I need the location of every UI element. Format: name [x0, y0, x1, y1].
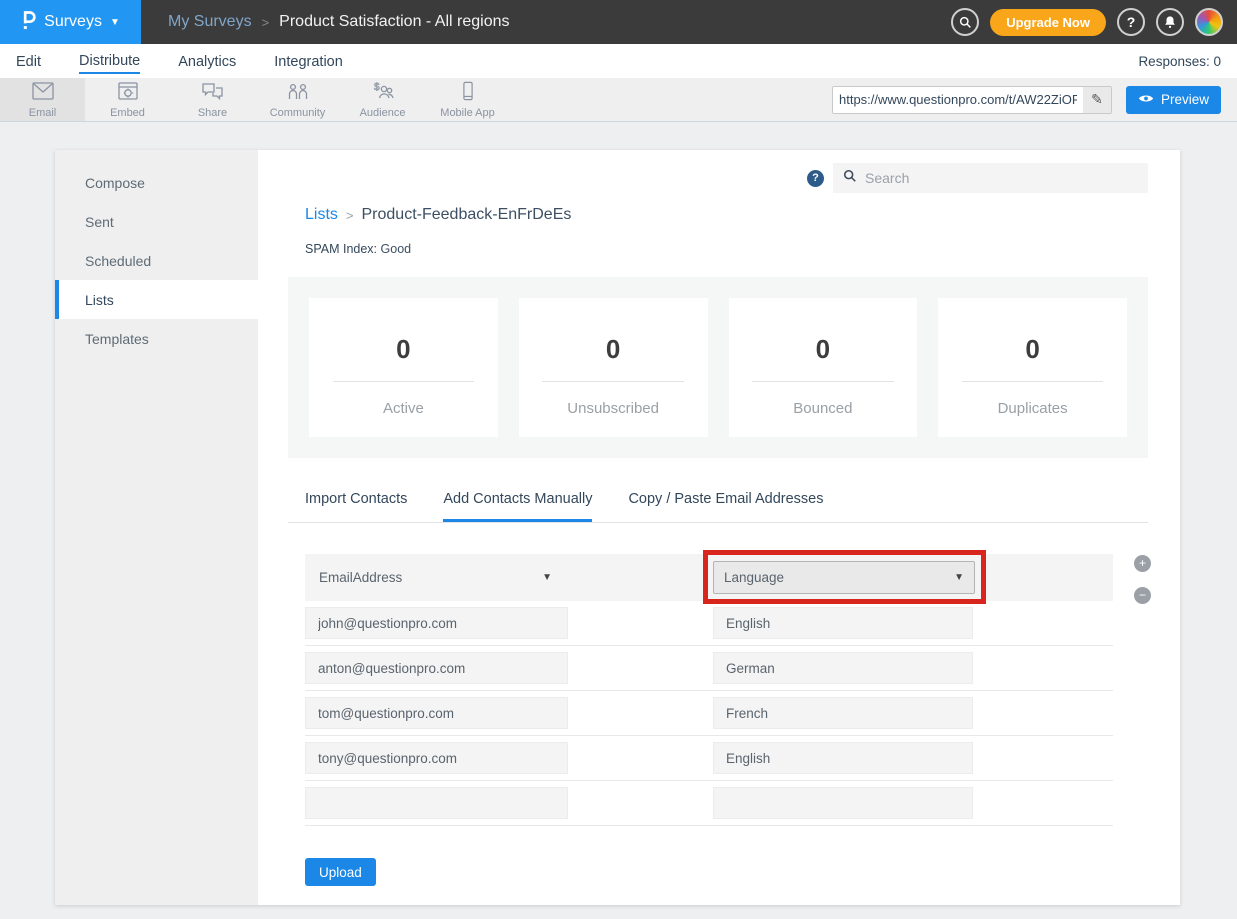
breadcrumb: My Surveys > Product Satisfaction - All … [168, 13, 510, 31]
contact-row [305, 781, 1113, 826]
chevron-down-icon: ▼ [110, 17, 120, 28]
stat-card-bounced[interactable]: 0 Bounced [729, 298, 918, 437]
community-icon [286, 81, 310, 106]
toolbar-item-community[interactable]: Community [255, 78, 340, 121]
toolbar-item-mobile-app[interactable]: Mobile App [425, 78, 510, 121]
content-top-bar: ? [288, 163, 1148, 193]
tab-analytics[interactable]: Analytics [178, 50, 236, 73]
tab-import-contacts[interactable]: Import Contacts [305, 491, 407, 522]
stat-card-active[interactable]: 0 Active [309, 298, 498, 437]
email-sidebar: Compose Sent Scheduled Lists Templates [55, 150, 258, 905]
stat-card-duplicates[interactable]: 0 Duplicates [938, 298, 1127, 437]
contact-row [305, 691, 1113, 736]
audience-icon: $ [371, 81, 395, 106]
help-button[interactable]: ? [1117, 8, 1145, 36]
survey-url-input[interactable] [833, 87, 1083, 113]
email-icon [31, 81, 55, 106]
avatar[interactable] [1195, 8, 1223, 36]
svg-text:$: $ [374, 82, 380, 93]
list-name: Product-Feedback-EnFrDeEs [362, 206, 572, 224]
tab-add-contacts-manually[interactable]: Add Contacts Manually [443, 491, 592, 522]
product-label: Surveys [44, 13, 102, 31]
questionpro-logo-icon [21, 9, 36, 36]
language-input[interactable] [713, 742, 973, 774]
survey-url-box: ✎ [832, 86, 1112, 114]
breadcrumb-separator: > [346, 208, 354, 223]
toolbar-item-audience[interactable]: $ Audience [340, 78, 425, 121]
upgrade-now-button[interactable]: Upgrade Now [990, 9, 1106, 36]
distribute-toolbar: Email Embed Share Community $ Audience [0, 78, 1237, 122]
sidebar-item-templates[interactable]: Templates [55, 319, 258, 358]
email-column-select[interactable]: EmailAddress ▼ [305, 570, 560, 585]
language-input[interactable] [713, 787, 973, 819]
top-header: Surveys ▼ My Surveys > Product Satisfact… [0, 0, 1237, 44]
column-header-row: EmailAddress ▼ Language ▼ [305, 554, 1113, 601]
contact-stats: 0 Active 0 Unsubscribed 0 Bounced 0 Dupl… [288, 277, 1148, 458]
global-search-button[interactable] [951, 8, 979, 36]
sidebar-item-scheduled[interactable]: Scheduled [55, 241, 258, 280]
search-input[interactable] [865, 170, 1138, 186]
spam-index-label: SPAM Index: [305, 242, 377, 256]
preview-button[interactable]: Preview [1126, 86, 1221, 114]
breadcrumb-lists-link[interactable]: Lists [305, 206, 338, 224]
product-switcher[interactable]: Surveys ▼ [0, 0, 141, 44]
sidebar-item-compose[interactable]: Compose [55, 163, 258, 202]
email-input[interactable] [305, 787, 568, 819]
chevron-down-icon: ▼ [542, 572, 552, 583]
language-input[interactable] [713, 697, 973, 729]
breadcrumb-separator: > [262, 15, 270, 30]
embed-icon [117, 81, 139, 106]
email-input[interactable] [305, 607, 568, 639]
header-actions: Upgrade Now ? [951, 8, 1237, 36]
email-input[interactable] [305, 742, 568, 774]
spam-index: SPAM Index: Good [305, 242, 1148, 256]
row-controls: + − [1134, 555, 1151, 604]
toolbar-item-embed[interactable]: Embed [85, 78, 170, 121]
survey-nav: Edit Distribute Analytics Integration Re… [0, 44, 1237, 78]
sidebar-item-sent[interactable]: Sent [55, 202, 258, 241]
list-detail-content: ? Lists > Product-Feedback-EnFrDeEs SPAM… [258, 150, 1180, 905]
lists-panel: Compose Sent Scheduled Lists Templates ?… [55, 150, 1180, 905]
tab-copy-paste-email[interactable]: Copy / Paste Email Addresses [628, 491, 823, 522]
contact-row [305, 646, 1113, 691]
email-input[interactable] [305, 652, 568, 684]
list-breadcrumb: Lists > Product-Feedback-EnFrDeEs [305, 206, 1148, 224]
chevron-down-icon: ▼ [954, 572, 964, 583]
stat-card-unsubscribed[interactable]: 0 Unsubscribed [519, 298, 708, 437]
notifications-button[interactable] [1156, 8, 1184, 36]
contacts-search-box [833, 163, 1148, 193]
responses-count[interactable]: Responses: 0 [1138, 54, 1221, 69]
contact-row [305, 736, 1113, 781]
toolbar-right: ✎ Preview [832, 78, 1237, 121]
share-icon [201, 81, 224, 106]
contact-row [305, 601, 1113, 646]
toolbar-item-share[interactable]: Share [170, 78, 255, 121]
manual-contacts-table: EmailAddress ▼ Language ▼ [305, 554, 1148, 826]
tab-distribute[interactable]: Distribute [79, 49, 140, 74]
email-input[interactable] [305, 697, 568, 729]
upload-button[interactable]: Upload [305, 858, 376, 886]
tab-integration[interactable]: Integration [274, 50, 343, 73]
breadcrumb-current: Product Satisfaction - All regions [279, 13, 509, 31]
contextual-help-icon[interactable]: ? [807, 170, 824, 187]
breadcrumb-my-surveys[interactable]: My Surveys [168, 13, 252, 31]
sidebar-item-lists[interactable]: Lists [55, 280, 258, 319]
contacts-tabs: Import Contacts Add Contacts Manually Co… [288, 491, 1148, 523]
spam-index-value: Good [381, 242, 412, 256]
search-icon [843, 169, 857, 188]
page: Surveys ▼ My Surveys > Product Satisfact… [0, 0, 1237, 919]
remove-row-button[interactable]: − [1134, 587, 1151, 604]
add-row-button[interactable]: + [1134, 555, 1151, 572]
mobile-app-icon [460, 81, 476, 106]
language-input[interactable] [713, 607, 973, 639]
toolbar-item-email[interactable]: Email [0, 78, 85, 121]
eye-icon [1138, 92, 1154, 107]
language-input[interactable] [713, 652, 973, 684]
edit-url-icon[interactable]: ✎ [1083, 87, 1111, 113]
tab-edit[interactable]: Edit [16, 50, 41, 73]
language-column-select[interactable]: Language ▼ [713, 561, 975, 594]
